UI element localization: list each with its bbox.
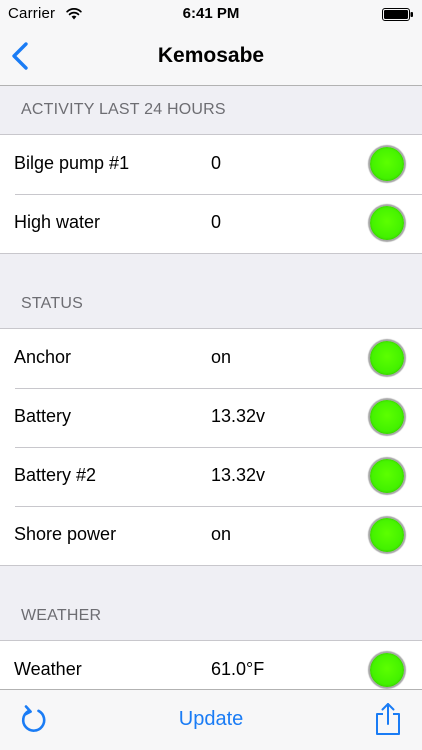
row-weather[interactable]: Weather 61.0°F bbox=[0, 641, 422, 689]
section-weather: Weather 61.0°F bbox=[0, 640, 422, 689]
row-label: Battery bbox=[14, 406, 72, 426]
green-status-indicator-icon bbox=[370, 518, 404, 552]
row-value: on bbox=[211, 347, 232, 367]
row-label: Anchor bbox=[14, 347, 72, 367]
row-shore-power[interactable]: Shore power on bbox=[0, 506, 422, 565]
row-battery-2[interactable]: Battery #2 13.32v bbox=[0, 447, 422, 506]
row-high-water[interactable]: High water 0 bbox=[0, 194, 422, 253]
page-title: Kemosabe bbox=[157, 44, 265, 67]
row-anchor[interactable]: Anchor on bbox=[0, 329, 422, 388]
green-status-indicator-icon bbox=[370, 400, 404, 434]
row-battery[interactable]: Battery 13.32v bbox=[0, 388, 422, 447]
row-value: on bbox=[211, 524, 232, 544]
battery-icon bbox=[382, 8, 413, 21]
refresh-icon bbox=[21, 705, 46, 732]
status-bar: Carrier 6:41 PM bbox=[0, 0, 422, 28]
row-label: Shore power bbox=[14, 524, 117, 544]
row-value: 13.32v bbox=[211, 465, 266, 485]
green-status-indicator-icon bbox=[370, 147, 404, 181]
section-activity: Bilge pump #1 0 High water 0 bbox=[0, 134, 422, 254]
row-label: Weather bbox=[14, 659, 82, 679]
update-button[interactable]: Update bbox=[161, 708, 261, 731]
row-label: High water bbox=[14, 212, 101, 232]
share-button[interactable] bbox=[375, 702, 401, 736]
row-bilge-pump-1[interactable]: Bilge pump #1 0 bbox=[0, 135, 422, 194]
green-status-indicator-icon bbox=[370, 341, 404, 375]
section-header-activity: ACTIVITY LAST 24 HOURS bbox=[21, 101, 226, 118]
section-header-weather: WEATHER bbox=[21, 607, 102, 624]
section-header-status: STATUS bbox=[21, 295, 83, 312]
refresh-button[interactable] bbox=[19, 705, 49, 735]
green-status-indicator-icon bbox=[370, 206, 404, 240]
green-status-indicator-icon bbox=[370, 653, 404, 687]
share-icon bbox=[376, 703, 400, 735]
navigation-bar: Kemosabe bbox=[0, 28, 422, 86]
row-label: Battery #2 bbox=[14, 465, 97, 485]
clock-time: 6:41 PM bbox=[182, 5, 240, 22]
row-label: Bilge pump #1 bbox=[14, 153, 130, 173]
row-value: 13.32v bbox=[211, 406, 266, 426]
row-value: 0 bbox=[211, 212, 222, 232]
section-status: Anchor on Battery 13.32v Battery #2 13.3… bbox=[0, 328, 422, 566]
bottom-toolbar: Update bbox=[0, 689, 422, 750]
green-status-indicator-icon bbox=[370, 459, 404, 493]
content-list[interactable]: ACTIVITY LAST 24 HOURS Bilge pump #1 0 H… bbox=[0, 86, 422, 689]
row-value: 61.0°F bbox=[211, 659, 265, 679]
row-value: 0 bbox=[211, 153, 222, 173]
